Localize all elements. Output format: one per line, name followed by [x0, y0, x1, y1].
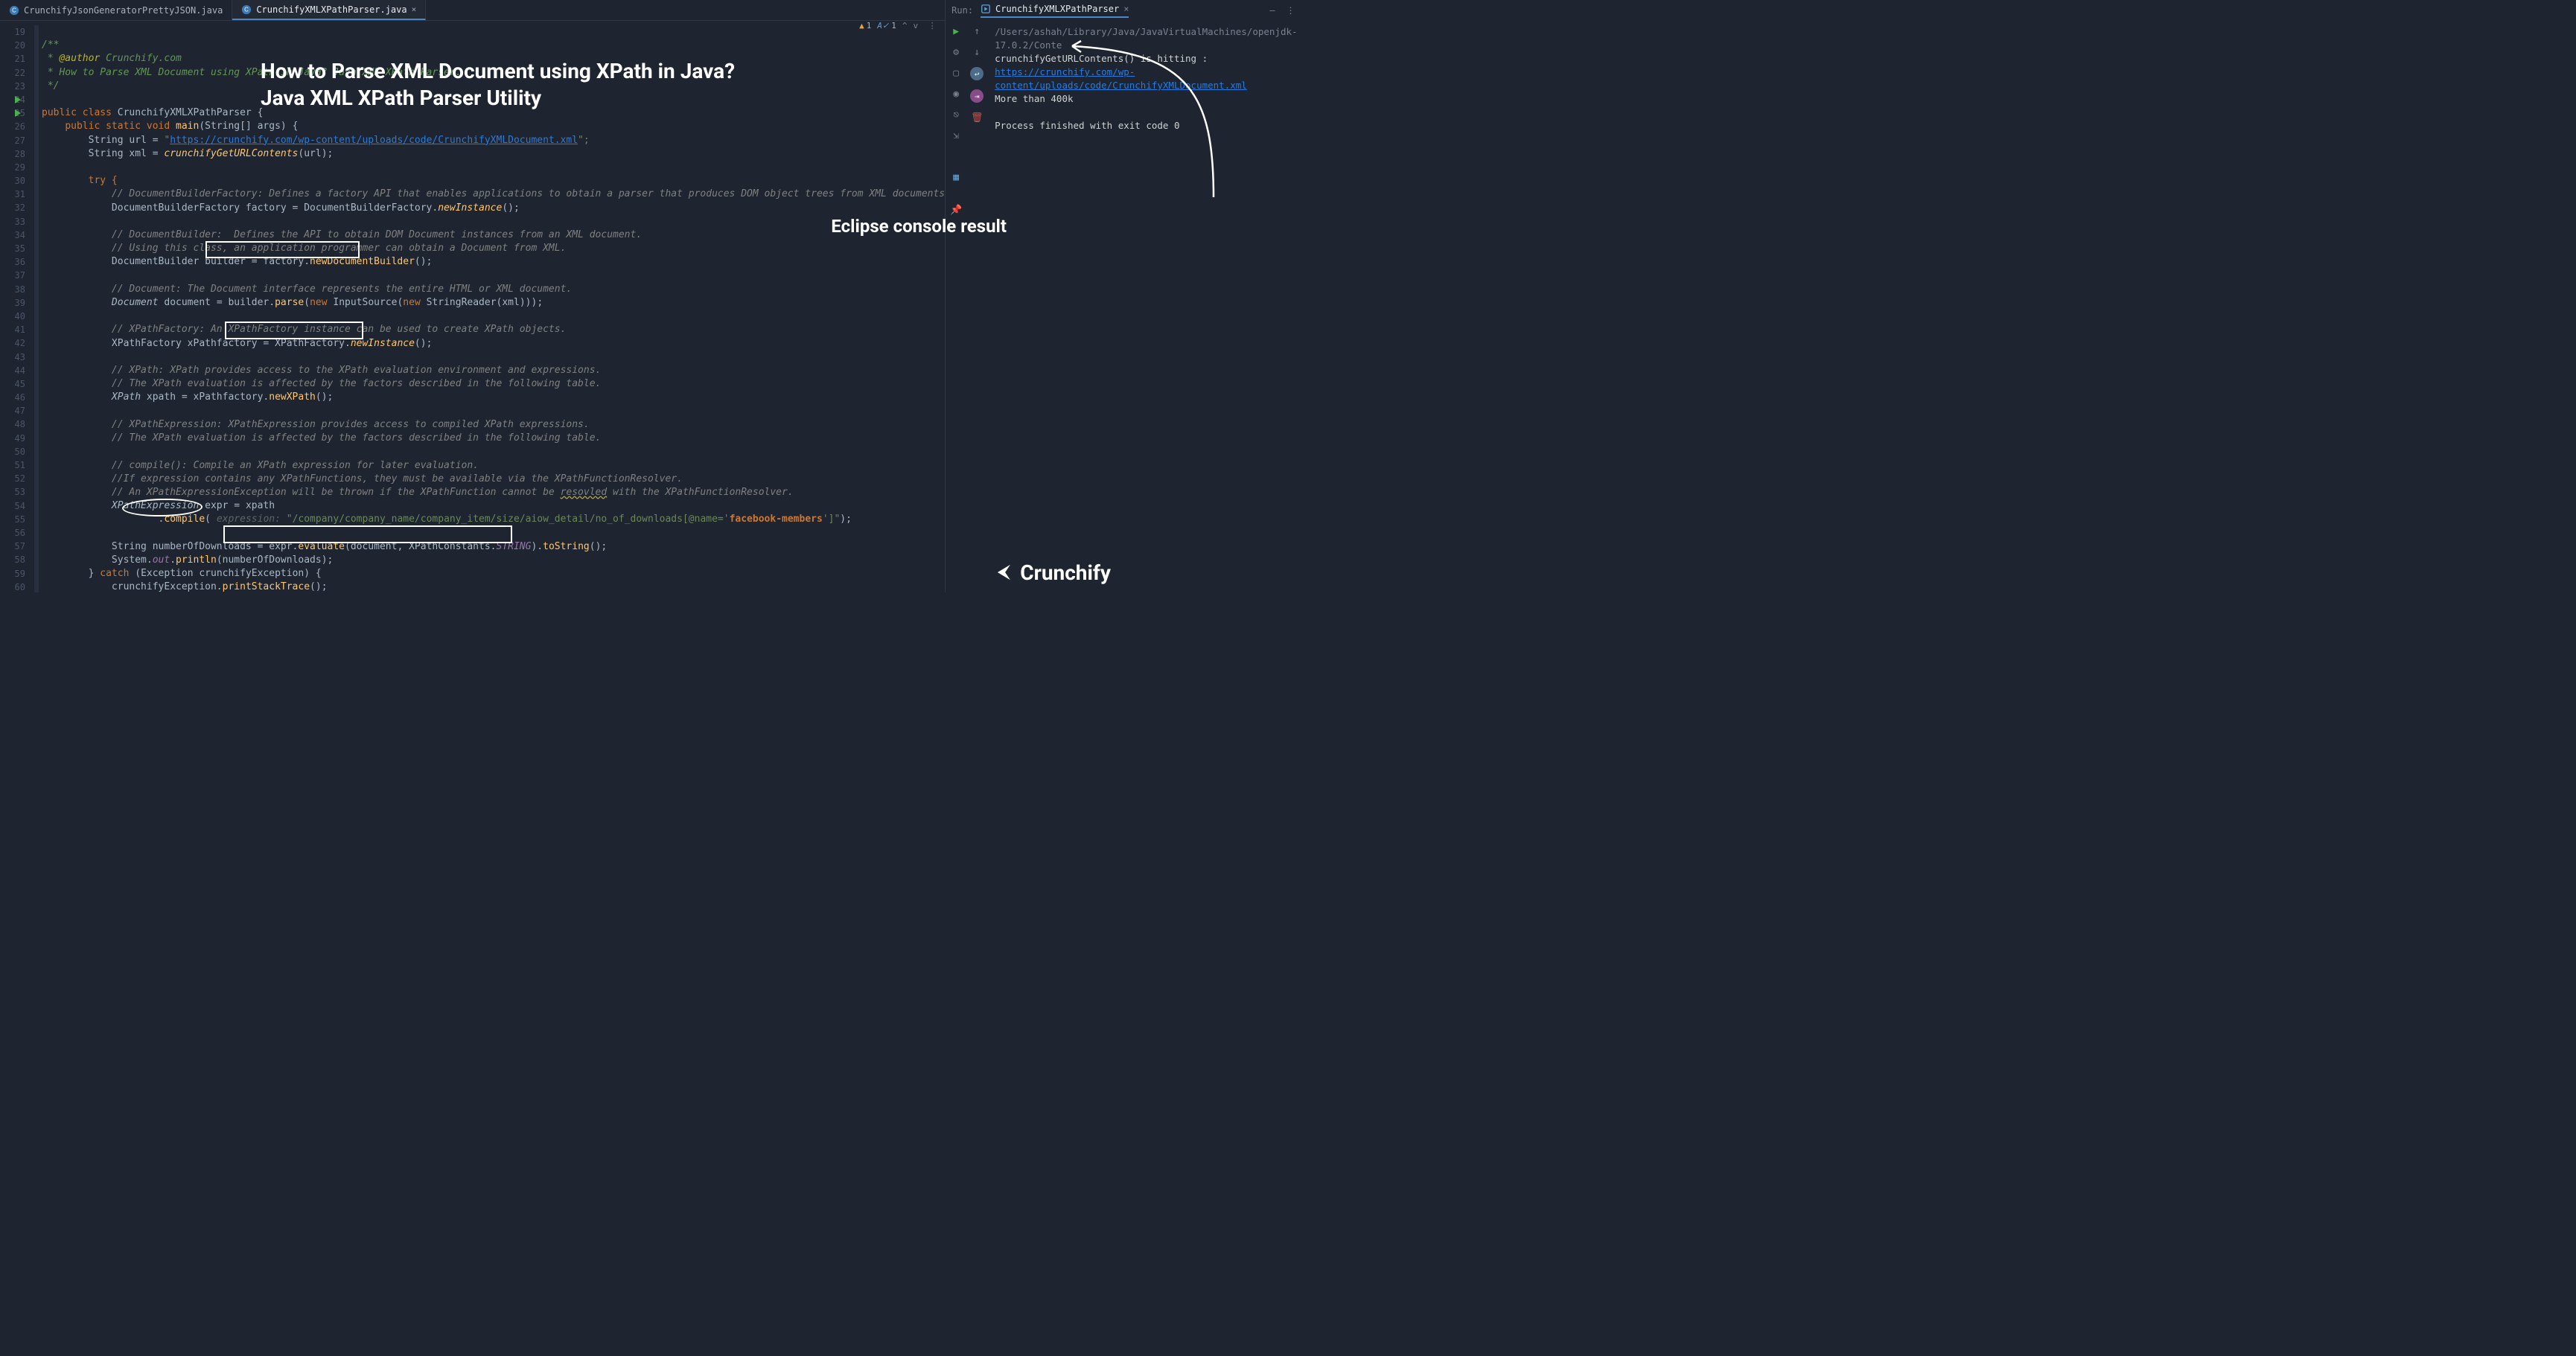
- more-icon[interactable]: ⋮: [1283, 5, 1299, 16]
- svg-text:C: C: [244, 6, 249, 13]
- soft-wrap-icon[interactable]: ↩: [970, 67, 983, 80]
- scroll-to-end-icon[interactable]: ⇥: [970, 89, 983, 103]
- gutter-markers: [31, 21, 42, 592]
- run-config-icon: [981, 4, 991, 14]
- java-class-icon: C: [9, 5, 19, 16]
- save-icon[interactable]: ▢: [950, 67, 962, 79]
- close-icon[interactable]: ×: [412, 4, 417, 14]
- console-output[interactable]: /Users/ashah/Library/Java/JavaVirtualMac…: [987, 21, 1304, 592]
- run-config-tab[interactable]: CrunchifyXMLXPathParser ×: [981, 4, 1129, 18]
- crunchify-icon: [989, 560, 1014, 585]
- brand-logo: Crunchify: [989, 560, 1111, 585]
- tab-label: CrunchifyJsonGeneratorPrettyJSON.java: [24, 5, 223, 16]
- line-gutter: 1920212223242526272829303132333435363738…: [0, 21, 31, 592]
- scroll-down-icon[interactable]: ↓: [971, 46, 983, 58]
- svg-text:C: C: [12, 7, 16, 13]
- run-toolbar-console: ↑ ↓ ↩ ⇥ 🗑: [966, 21, 987, 592]
- tab-label: CrunchifyXMLXPathParser.java: [256, 4, 407, 15]
- clear-icon[interactable]: 🗑: [971, 112, 983, 124]
- close-icon[interactable]: ×: [1123, 4, 1129, 14]
- tab-crunchify-json[interactable]: C CrunchifyJsonGeneratorPrettyJSON.java: [0, 0, 232, 20]
- editor-tabs: C CrunchifyJsonGeneratorPrettyJSON.java …: [0, 0, 945, 21]
- overlay-title: How to Parse XML Document using XPath in…: [261, 58, 735, 112]
- run-toolbar-left: ▶ ⚙ ▢ ◉ ⎋ ⇲ ▦ 📌: [946, 21, 966, 592]
- dump-threads-icon[interactable]: ◉: [950, 88, 962, 100]
- rerun-icon[interactable]: ▶: [950, 25, 962, 37]
- overlay-console-label: Eclipse console result: [831, 216, 1007, 237]
- run-settings-icon[interactable]: —: [1269, 5, 1275, 16]
- layout-icon[interactable]: ▦: [950, 171, 962, 183]
- exit-icon[interactable]: ⎋: [950, 109, 962, 121]
- export-icon[interactable]: ⇲: [950, 129, 962, 141]
- java-class-icon: C: [241, 4, 252, 15]
- run-header: Run: CrunchifyXMLXPathParser × — ⋮: [946, 0, 1304, 21]
- run-settings-icon[interactable]: ⚙: [950, 46, 962, 58]
- pin-icon[interactable]: 📌: [950, 204, 962, 216]
- run-label: Run:: [951, 5, 973, 16]
- run-config-name: CrunchifyXMLXPathParser: [995, 4, 1119, 14]
- tab-crunchify-xml[interactable]: C CrunchifyXMLXPathParser.java ×: [232, 0, 426, 20]
- scroll-up-icon[interactable]: ↑: [971, 25, 983, 37]
